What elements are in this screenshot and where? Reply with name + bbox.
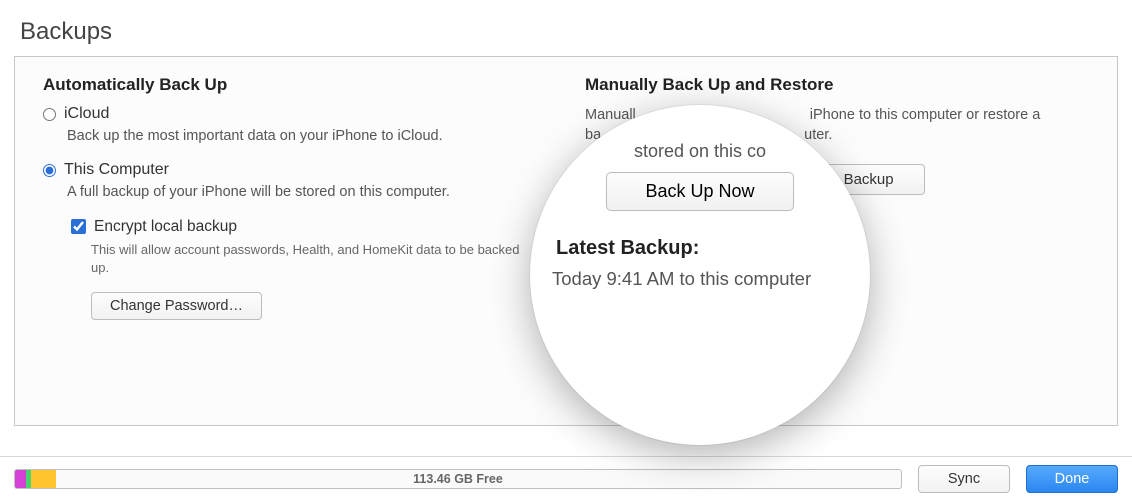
storage-free-label: 113.46 GB Free	[15, 472, 901, 486]
change-password-button[interactable]: Change Password…	[91, 292, 262, 320]
radio-this-computer-label: This Computer	[64, 161, 169, 179]
encrypt-desc: This will allow account passwords, Healt…	[91, 241, 531, 276]
backup-now-button[interactable]: Back Up Now	[606, 172, 793, 211]
radio-icloud-label: iCloud	[64, 105, 109, 123]
page-title: Backups	[0, 0, 1132, 56]
radio-icloud[interactable]	[43, 108, 56, 121]
encrypt-checkbox[interactable]	[71, 219, 86, 234]
encrypt-label: Encrypt local backup	[94, 218, 237, 236]
icloud-desc: Back up the most important data on your …	[67, 127, 573, 147]
mag-desc-fragment: stored on this co	[550, 141, 850, 162]
auto-heading: Automatically Back Up	[43, 75, 573, 95]
storage-bar: 113.46 GB Free	[14, 469, 902, 489]
footer: 113.46 GB Free Sync Done	[0, 456, 1132, 493]
auto-backup-column: Automatically Back Up iCloud Back up the…	[43, 75, 573, 401]
this-computer-desc: A full backup of your iPhone will be sto…	[67, 183, 573, 203]
radio-icloud-row[interactable]: iCloud	[43, 105, 573, 123]
done-button[interactable]: Done	[1026, 465, 1118, 493]
radio-this-computer[interactable]	[43, 164, 56, 177]
manual-heading: Manually Back Up and Restore	[585, 75, 1095, 95]
encrypt-row[interactable]: Encrypt local backup	[67, 216, 573, 237]
latest-backup-value: Today 9:41 AM to this computer	[550, 268, 850, 290]
radio-this-computer-row[interactable]: This Computer	[43, 161, 573, 179]
magnifier-overlay: stored on this co Back Up Now Latest Bac…	[530, 105, 870, 445]
latest-backup-title: Latest Backup:	[550, 237, 850, 260]
sync-button[interactable]: Sync	[918, 465, 1010, 493]
